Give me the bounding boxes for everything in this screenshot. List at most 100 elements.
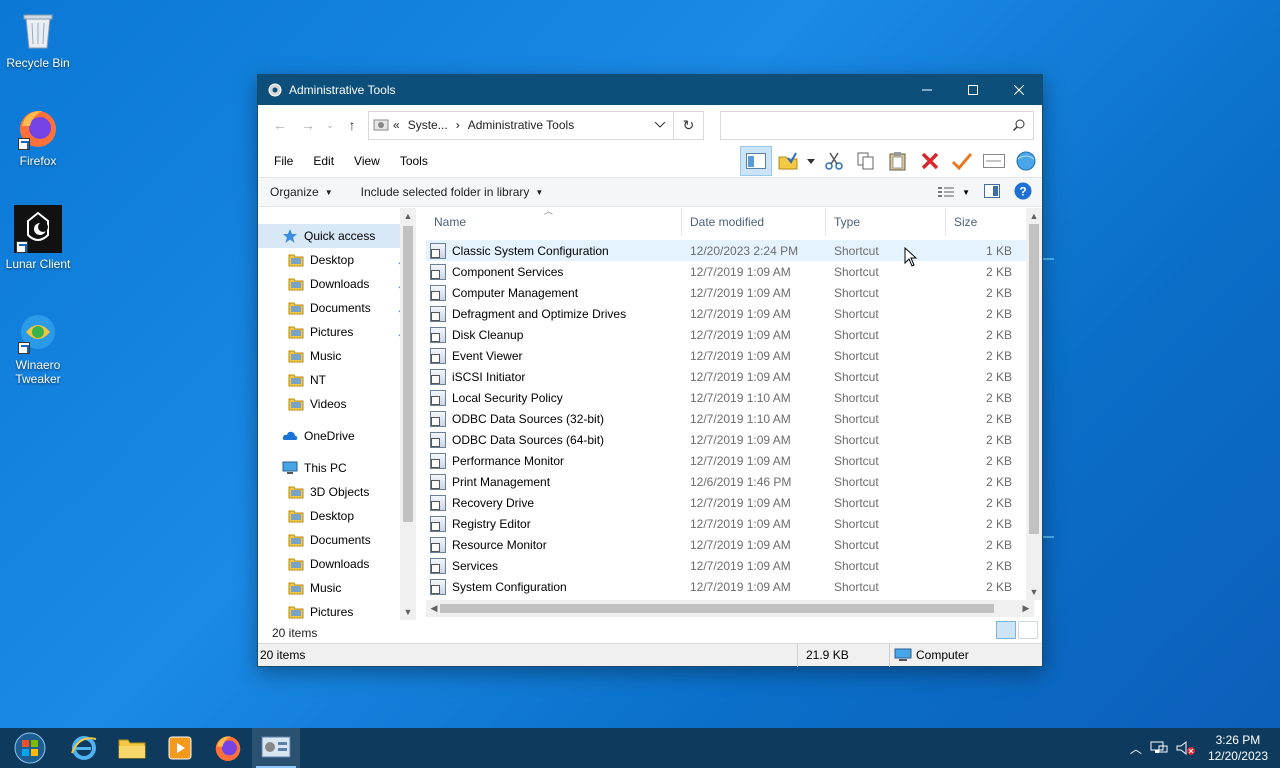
nav-item[interactable]: Desktop bbox=[258, 504, 416, 528]
file-horizontal-scrollbar[interactable]: ◀ ▶ bbox=[426, 600, 1034, 617]
menu-file[interactable]: File bbox=[268, 154, 299, 168]
nav-item[interactable]: Music bbox=[258, 576, 416, 600]
nav-scroll-thumb[interactable] bbox=[403, 226, 413, 522]
file-row[interactable]: Classic System Configuration 12/20/2023 2… bbox=[426, 240, 1042, 261]
taskbar-firefox[interactable] bbox=[204, 728, 252, 768]
scroll-down-icon[interactable]: ▼ bbox=[1026, 584, 1042, 600]
scroll-right-icon[interactable]: ▶ bbox=[1018, 600, 1034, 616]
rename-button[interactable] bbox=[978, 146, 1010, 176]
menu-edit[interactable]: Edit bbox=[307, 154, 340, 168]
nav-item[interactable]: Music bbox=[258, 344, 416, 368]
close-button[interactable] bbox=[996, 75, 1042, 105]
paste-button[interactable] bbox=[882, 146, 914, 176]
help-button[interactable]: ? bbox=[1014, 182, 1032, 203]
start-button[interactable] bbox=[0, 728, 60, 768]
desktop-icon-firefox[interactable]: Firefox bbox=[0, 106, 76, 168]
file-vscroll-thumb[interactable] bbox=[1029, 224, 1039, 534]
organize-button[interactable]: Organize ▼ bbox=[270, 185, 333, 199]
nav-item[interactable]: This PC bbox=[258, 456, 416, 480]
breadcrumb-admin-tools[interactable]: Administrative Tools bbox=[464, 118, 579, 132]
file-row[interactable]: Resource Monitor 12/7/2019 1:09 AM Shortcu… bbox=[426, 534, 1042, 555]
nav-item[interactable]: 3D Objects bbox=[258, 480, 416, 504]
maximize-button[interactable] bbox=[950, 75, 996, 105]
nav-item[interactable]: Documents bbox=[258, 528, 416, 552]
file-row[interactable]: Services 12/7/2019 1:09 AM Shortcut 2 KB bbox=[426, 555, 1042, 576]
file-row[interactable]: ODBC Data Sources (32-bit) 12/7/2019 1:10… bbox=[426, 408, 1042, 429]
taskbar-admin-tools[interactable] bbox=[252, 728, 300, 768]
nav-item[interactable]: Downloads bbox=[258, 552, 416, 576]
nav-scrollbar[interactable]: ▲ ▼ bbox=[400, 208, 416, 620]
title-bar[interactable]: Administrative Tools bbox=[258, 75, 1042, 105]
nav-item[interactable]: Downloads bbox=[258, 272, 416, 296]
network-icon[interactable] bbox=[1150, 740, 1168, 756]
nav-item[interactable]: OneDrive bbox=[258, 424, 416, 448]
refresh-button[interactable]: ↻ bbox=[674, 110, 704, 140]
recent-locations-button[interactable]: ⌄ bbox=[322, 111, 338, 139]
delete-button[interactable] bbox=[914, 146, 946, 176]
nav-item[interactable]: Videos bbox=[258, 392, 416, 416]
nav-item[interactable]: Pictures bbox=[258, 600, 416, 624]
include-in-library-button[interactable]: Include selected folder in library ▼ bbox=[361, 185, 544, 199]
preview-pane-button[interactable] bbox=[984, 183, 1000, 201]
nav-item[interactable]: Desktop bbox=[258, 248, 416, 272]
search-input[interactable] bbox=[720, 110, 1034, 140]
column-header-name[interactable]: Name ︿ bbox=[426, 206, 682, 236]
volume-muted-icon[interactable] bbox=[1176, 740, 1196, 756]
details-view-toggle[interactable] bbox=[996, 621, 1016, 639]
file-vertical-scrollbar[interactable]: ▲ ▼ bbox=[1026, 208, 1042, 600]
menu-tools[interactable]: Tools bbox=[394, 154, 434, 168]
scroll-down-icon[interactable]: ▼ bbox=[400, 604, 416, 620]
copy-button[interactable] bbox=[850, 146, 882, 176]
nav-item[interactable]: Quick access bbox=[258, 224, 416, 248]
properties-check-button[interactable] bbox=[946, 146, 978, 176]
file-row[interactable]: Performance Monitor 12/7/2019 1:09 AM Shor… bbox=[426, 450, 1042, 471]
file-row[interactable]: Print Management 12/6/2019 1:46 PM Shortcu… bbox=[426, 471, 1042, 492]
cut-button[interactable] bbox=[818, 146, 850, 176]
forward-button[interactable]: → bbox=[294, 111, 322, 139]
file-row[interactable]: Event Viewer 12/7/2019 1:09 AM Shortcut 2 K… bbox=[426, 345, 1042, 366]
file-row[interactable]: System Configuration 12/7/2019 1:09 AM Sho… bbox=[426, 576, 1042, 596]
taskbar-media-player[interactable] bbox=[156, 728, 204, 768]
up-button[interactable]: ↑ bbox=[338, 111, 366, 139]
breadcrumb-separator[interactable]: › bbox=[452, 118, 464, 132]
column-header-size[interactable]: Size bbox=[946, 208, 1016, 236]
file-row[interactable]: iSCSI Initiator 12/7/2019 1:09 AM Shortcut… bbox=[426, 366, 1042, 387]
back-button[interactable]: ← bbox=[266, 111, 294, 139]
scroll-up-icon[interactable]: ▲ bbox=[1026, 208, 1042, 224]
column-header-type[interactable]: Type bbox=[826, 208, 946, 236]
nav-item[interactable]: NT bbox=[258, 368, 416, 392]
minimize-button[interactable] bbox=[904, 75, 950, 105]
taskbar-file-explorer[interactable] bbox=[108, 728, 156, 768]
scroll-up-icon[interactable]: ▲ bbox=[400, 208, 416, 224]
nav-item[interactable]: Documents bbox=[258, 296, 416, 320]
file-row[interactable]: Disk Cleanup 12/7/2019 1:09 AM Shortcut 2 K… bbox=[426, 324, 1042, 345]
large-icons-view-toggle[interactable] bbox=[1018, 621, 1038, 639]
taskbar-internet-explorer[interactable] bbox=[60, 728, 108, 768]
desktop-icon-lunar-client[interactable]: Lunar Client bbox=[0, 205, 76, 271]
folder-options-dropdown[interactable] bbox=[804, 146, 818, 176]
preview-layout-button[interactable] bbox=[740, 146, 772, 176]
file-row[interactable]: Defragment and Optimize Drives 12/7/2019 … bbox=[426, 303, 1042, 324]
desktop-icon-recycle-bin[interactable]: Recycle Bin bbox=[0, 8, 76, 70]
taskbar-clock[interactable]: 3:26 PM 12/20/2023 bbox=[1204, 732, 1272, 764]
file-row[interactable]: Component Services 12/7/2019 1:09 AM Short… bbox=[426, 261, 1042, 282]
file-row[interactable]: Registry Editor 12/7/2019 1:09 AM Shortcut… bbox=[426, 513, 1042, 534]
folder-options-button[interactable] bbox=[772, 146, 804, 176]
file-row[interactable]: Recovery Drive 12/7/2019 1:09 AM Shortcut 2… bbox=[426, 492, 1042, 513]
nav-item[interactable]: Pictures bbox=[258, 320, 416, 344]
clipboard-icon bbox=[889, 152, 906, 171]
breadcrumb-overflow[interactable]: « bbox=[389, 118, 404, 132]
change-view-button[interactable]: ▼ bbox=[938, 186, 970, 198]
network-button[interactable] bbox=[1010, 146, 1042, 176]
file-hscroll-thumb[interactable] bbox=[440, 604, 994, 613]
menu-view[interactable]: View bbox=[348, 154, 386, 168]
tray-overflow-button[interactable]: ︿ bbox=[1130, 740, 1142, 757]
file-row[interactable]: Computer Management 12/7/2019 1:09 AM Shor… bbox=[426, 282, 1042, 303]
desktop-icon-winaero-tweaker[interactable]: Winaero Tweaker bbox=[0, 310, 76, 386]
address-dropdown-button[interactable] bbox=[647, 112, 673, 139]
file-row[interactable]: ODBC Data Sources (64-bit) 12/7/2019 1:09… bbox=[426, 429, 1042, 450]
column-header-date[interactable]: Date modified bbox=[682, 208, 826, 236]
breadcrumb-system[interactable]: Syste... bbox=[404, 118, 452, 132]
file-row[interactable]: Local Security Policy 12/7/2019 1:10 AM Sh… bbox=[426, 387, 1042, 408]
address-bar[interactable]: « Syste... › Administrative Tools bbox=[368, 110, 674, 140]
